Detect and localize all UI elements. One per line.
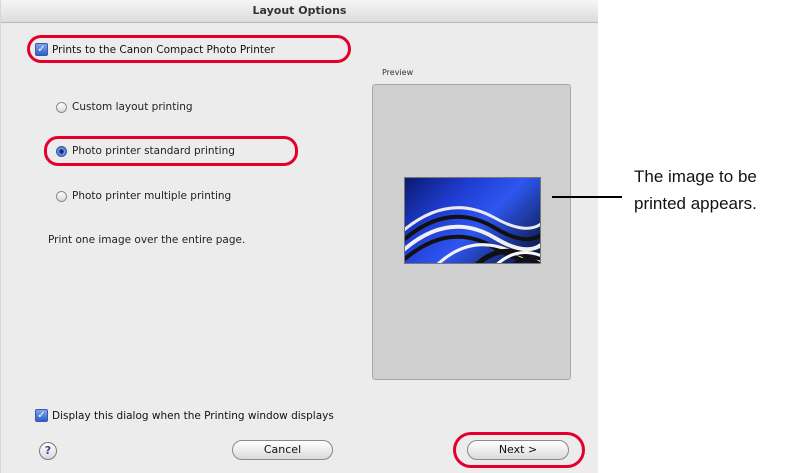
highlight-outline — [453, 432, 585, 468]
display-dialog-label: Display this dialog when the Printing wi… — [52, 409, 334, 422]
radio-label: Photo printer multiple printing — [72, 190, 232, 202]
highlight-outline — [27, 35, 351, 63]
radio-multiple-printing[interactable]: Photo printer multiple printing — [56, 190, 231, 202]
checkmark-icon[interactable]: ✓ — [35, 409, 48, 422]
cancel-button[interactable]: Cancel — [232, 440, 333, 460]
radio-label: Custom layout printing — [72, 101, 193, 113]
callout-line-1: The image to be — [634, 167, 757, 186]
callout-annotation: The image to be printed appears. — [634, 163, 757, 217]
radio-off-icon[interactable] — [56, 190, 67, 202]
layout-options-dialog: Layout Options ✓ Prints to the Canon Com… — [0, 0, 598, 473]
callout-leader-line — [552, 196, 622, 198]
dialog-title: Layout Options — [1, 0, 598, 23]
display-dialog-checkbox-row[interactable]: ✓ Display this dialog when the Printing … — [35, 409, 334, 422]
help-icon[interactable]: ? — [39, 442, 57, 460]
radio-off-icon[interactable] — [56, 101, 67, 113]
option-description: Print one image over the entire page. — [48, 234, 246, 246]
zebra-stripes-icon — [405, 206, 540, 263]
zebra-preview-image — [404, 177, 541, 264]
highlight-outline — [44, 136, 298, 166]
preview-label: Preview — [382, 68, 414, 77]
radio-custom-layout[interactable]: Custom layout printing — [56, 101, 193, 113]
callout-line-2: printed appears. — [634, 194, 757, 213]
